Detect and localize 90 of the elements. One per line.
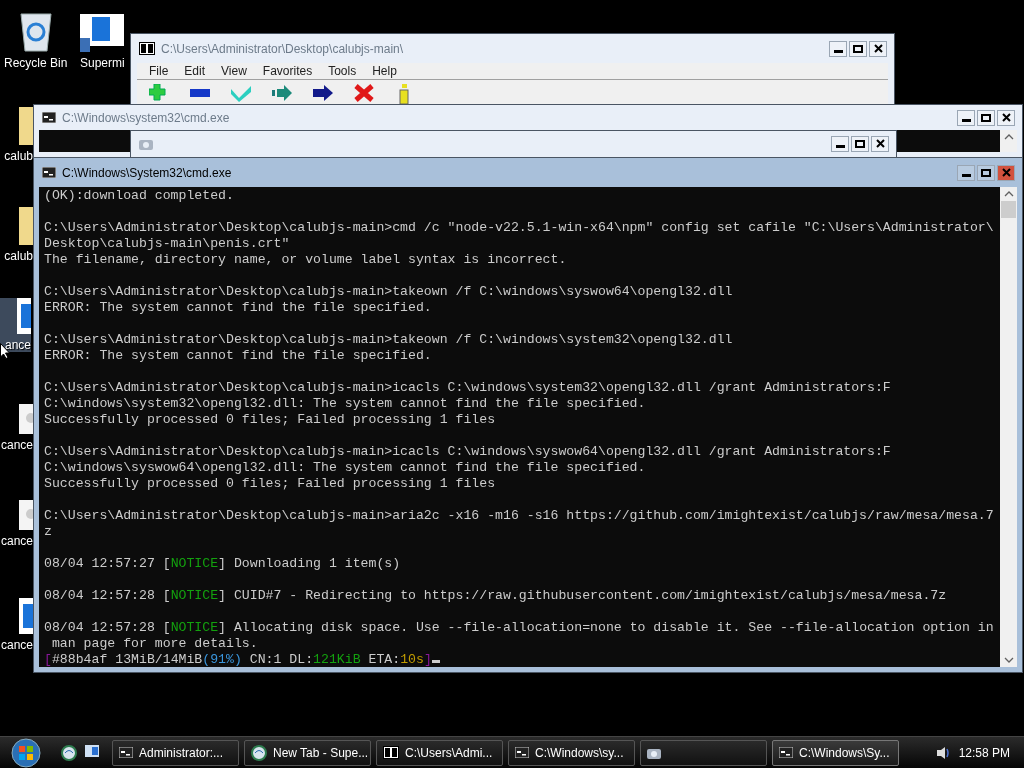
selected-desktop-icon[interactable]: ance	[0, 298, 31, 352]
console-line: The filename, directory name, or volume label syntax is incorrect.	[44, 252, 568, 268]
minimize-button[interactable]	[829, 40, 847, 57]
close-button[interactable]	[871, 135, 889, 152]
menu-item[interactable]: Favorites	[254, 64, 321, 78]
console-line: C:\Users\Administrator\Desktop\calubjs-main>icacls C:\windows\system32\opengl32.dll /grant Administrators:F	[44, 380, 892, 396]
console-line: z	[44, 524, 53, 540]
taskbar-button[interactable]	[640, 739, 767, 766]
console-icon[interactable]	[515, 747, 529, 758]
menu-item[interactable]: Tools	[320, 64, 365, 78]
camera-icon[interactable]	[647, 746, 661, 759]
taskbar-button[interactable]: New Tab - Supe...	[244, 739, 371, 766]
menu-item[interactable]: Edit	[176, 64, 214, 78]
folder-icon[interactable]	[19, 105, 33, 145]
globe-icon[interactable]	[61, 744, 77, 761]
archive-app-icon[interactable]	[383, 746, 399, 759]
desktop-icon-label[interactable]: cance	[0, 438, 33, 452]
console-line: C:\Users\Administrator\Desktop\calubjs-main>takeown /f C:\windows\system32\opengl32.dll	[44, 332, 734, 348]
close-icon	[1001, 113, 1011, 122]
console-line: Successfully processed 0 files; Failed processing 1 files	[44, 412, 497, 428]
console-line: C:\Users\Administrator\Desktop\calubjs-main>takeown /f C:\windows\syswow64\opengl32.dll	[44, 284, 734, 300]
document-shortcut-icon[interactable]	[80, 14, 125, 52]
close-button[interactable]	[869, 40, 887, 57]
close-icon	[873, 44, 883, 53]
taskbar-button[interactable]: C:\Users\Admi...	[376, 739, 503, 766]
scrollbar[interactable]	[1000, 187, 1017, 667]
console-icon[interactable]	[779, 747, 793, 758]
close-button[interactable]	[997, 164, 1015, 181]
minimize-button[interactable]	[957, 164, 975, 181]
desktop-icon-label[interactable]: calub	[4, 149, 33, 163]
console-line: 08/04 12:57:27 [NOTICE] Downloading 1 item(s)	[44, 556, 402, 572]
maximize-icon	[853, 44, 863, 53]
console-line: [#88b4af 13MiB/14MiB(91%) CN:1 DL:121KiB ETA:10s]	[44, 652, 995, 667]
console-line: Desktop\calubjs-main\penis.crt"	[44, 236, 291, 252]
close-icon	[875, 139, 885, 148]
scroll-thumb[interactable]	[1001, 201, 1016, 218]
console-line: C:\Users\Administrator\Desktop\calubjs-main>aria2c -x16 -m16 -s16 https://github.com/imightexist/calubjs/raw/mesa/mesa.7	[44, 508, 995, 524]
console-line: C:\windows\syswow64\opengl32.dll: The system cannot find the file specified.	[44, 460, 647, 476]
console-line: ERROR: The system cannot find the file specified.	[44, 300, 433, 316]
console-icon	[42, 112, 56, 123]
folder-icon[interactable]	[19, 205, 33, 245]
menu-item[interactable]: File	[141, 64, 177, 78]
console-line: Successfully processed 0 files; Failed processing 1 files	[44, 476, 497, 492]
window-icon[interactable]	[85, 744, 99, 757]
desktop-icon-label[interactable]: Supermi	[80, 56, 125, 70]
taskbar-button[interactable]: C:\Windows\sy...	[508, 739, 635, 766]
console-line: man page for more details.	[50, 636, 259, 652]
maximize-button[interactable]	[849, 40, 867, 57]
console-icon[interactable]	[119, 747, 133, 758]
camera-icon	[139, 137, 153, 150]
maximize-button[interactable]	[977, 164, 995, 181]
maximize-icon	[855, 139, 865, 148]
console-line: C:\Users\Administrator\Desktop\calubjs-main>icacls C:\windows\syswow64\opengl32.dll /grant Administrators:F	[44, 444, 892, 460]
console-line: C:\Users\Administrator\Desktop\calubjs-main>cmd /c "node-v22.5.1-win-x64\npm" config set cafile "C:\Users\Administrator\	[44, 220, 995, 236]
console-line: ERROR: The system cannot find the file specified.	[44, 348, 433, 364]
minimize-button[interactable]	[957, 109, 975, 126]
archive-app-icon	[139, 42, 155, 55]
console-line: (OK):download completed.	[44, 188, 235, 204]
close-icon	[1001, 168, 1011, 177]
taskbar-button[interactable]: C:\Windows\Sy...	[772, 739, 899, 766]
taskbar-button[interactable]: Administrator:...	[112, 739, 239, 766]
desktop-icon-label[interactable]: cance	[0, 534, 33, 548]
speaker-icon[interactable]	[936, 745, 949, 760]
maximize-button[interactable]	[851, 135, 869, 152]
console-line: C:\windows\system32\opengl32.dll: The system cannot find the file specified.	[44, 396, 647, 412]
copy-arrow-icon[interactable]	[272, 84, 292, 104]
menu-item[interactable]: Help	[364, 64, 405, 78]
window-title: C:\Users\Administrator\Desktop\calubjs-main\	[161, 41, 405, 56]
console-icon	[42, 167, 56, 178]
maximize-icon	[981, 168, 991, 177]
document-icon[interactable]	[19, 598, 33, 634]
menu-item[interactable]: View	[213, 64, 255, 78]
minimize-button[interactable]	[831, 135, 849, 152]
delete-icon[interactable]	[354, 84, 374, 104]
maximize-icon	[981, 113, 991, 122]
clock-time[interactable]: 12:58 PM	[958, 745, 1010, 760]
desktop-icon-label[interactable]: ance	[4, 338, 31, 352]
window-title: C:\Windows\System32\cmd.exe	[62, 165, 233, 180]
globe-icon[interactable]	[251, 744, 267, 761]
console-line: 08/04 12:57:28 [NOTICE] CUID#7 - Redirecting to https://raw.githubusercontent.com/imightexist/calubjs/mesa/mesa.7z	[44, 588, 948, 604]
document-icon[interactable]	[17, 298, 31, 334]
close-button[interactable]	[997, 109, 1015, 126]
desktop-icon-label[interactable]: calub	[4, 249, 33, 263]
arrow-right-icon[interactable]	[313, 84, 333, 104]
window-title: C:\Windows\system32\cmd.exe	[62, 110, 231, 125]
scrollbar[interactable]	[1000, 130, 1017, 152]
desktop-icon-label[interactable]: Recycle Bin	[4, 56, 68, 70]
console-line: 08/04 12:57:28 [NOTICE] Allocating disk space. Use --file-allocation=none to disable it. See --file-allocation option in	[44, 620, 995, 636]
maximize-button[interactable]	[977, 109, 995, 126]
desktop-icon-label[interactable]: cance	[0, 638, 33, 652]
